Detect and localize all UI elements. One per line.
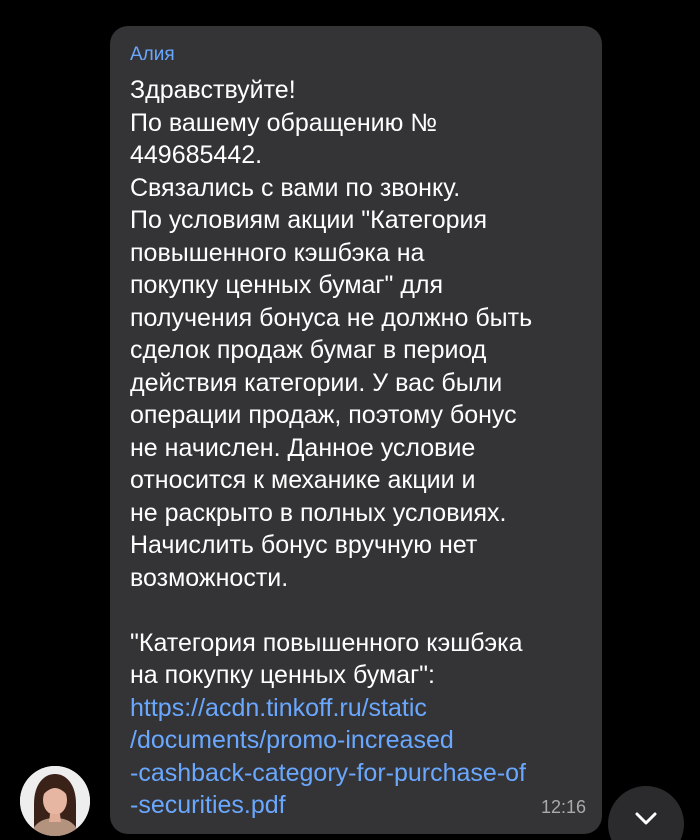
message-line: получения бонуса не должно быть: [130, 303, 533, 332]
message-line: Здравствуйте!: [130, 76, 296, 104]
message-line: повышенного кэшбэка на: [130, 238, 425, 267]
scroll-down-button[interactable]: [608, 786, 684, 840]
message-bubble[interactable]: Алия Здравствуйте! По вашему обращению №…: [110, 26, 602, 834]
message-line: относится к механике акции и: [130, 466, 476, 494]
message-line: не раскрыто в полных условиях.: [130, 498, 507, 527]
user-avatar-icon: [20, 766, 90, 836]
message-line: По вашему обращению №: [130, 108, 438, 137]
message-line: действия категории. У вас были: [130, 368, 503, 397]
message-line: Начислить бонус вручную нет: [130, 531, 478, 559]
message-line: сделок продаж бумаг в период: [130, 336, 487, 364]
message-timestamp: 12:16: [540, 797, 586, 817]
chevron-down-icon: [635, 812, 657, 825]
message-line: покупку ценных бумаг" для: [130, 271, 444, 299]
sender-avatar[interactable]: [20, 766, 90, 836]
message-link-line[interactable]: https://acdn.tinkoff.ru/static: [130, 692, 582, 725]
message-line: 449685442.: [130, 141, 263, 169]
message-line: не начислен. Данное условие: [130, 433, 476, 462]
message-line: возможности.: [130, 563, 289, 592]
message-line: "Категория повышенного кэшбэка: [130, 628, 523, 657]
message-line: По условиям акции "Категория: [130, 206, 488, 234]
message-line: на покупку ценных бумаг":: [130, 661, 436, 689]
message-link-line[interactable]: /documents/promo-increased: [130, 724, 582, 757]
message-line: операции продаж, поэтому бонус: [130, 401, 517, 429]
message-link-line[interactable]: -securities.pdf: [130, 789, 582, 822]
message-line: Связались с вами по звонку.: [130, 173, 461, 202]
sender-name[interactable]: Алия: [130, 44, 582, 66]
message-link-line[interactable]: -cashback-category-for-purchase-of: [130, 757, 582, 790]
